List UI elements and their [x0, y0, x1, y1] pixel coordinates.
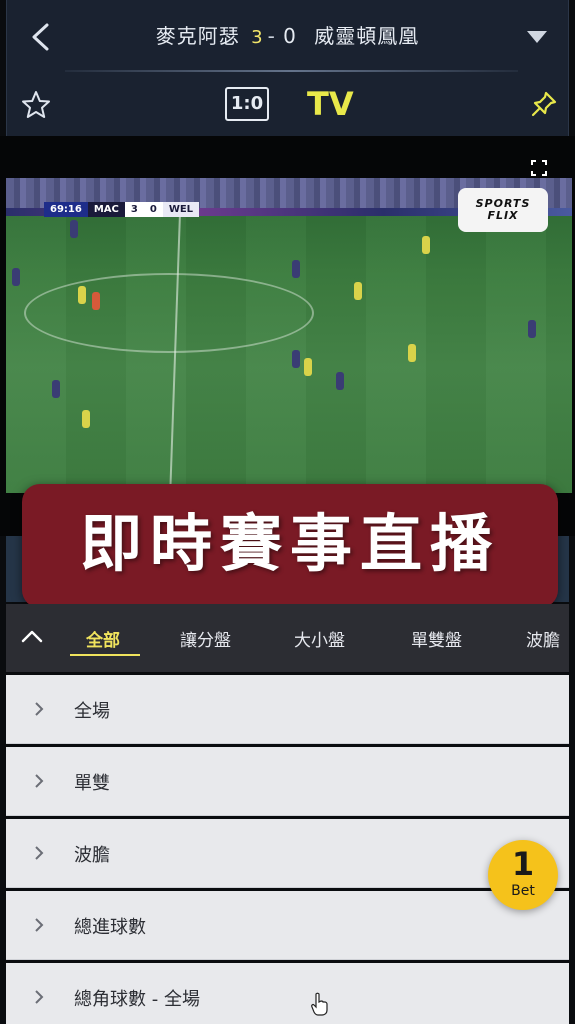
- match-header-top: 麥克阿瑟 3- 0 威靈頓鳳凰: [7, 0, 568, 70]
- sportsflix-logo: SPORTS FLIX: [458, 188, 548, 232]
- bet-slip-count: 1: [511, 845, 535, 883]
- chevron-right-icon: [35, 918, 44, 932]
- chevron-right-icon: [35, 774, 44, 788]
- market-row[interactable]: 總角球數 - 全場: [6, 963, 569, 1024]
- market-label: 總角球數 - 全場: [74, 989, 200, 1010]
- market-label: 單雙: [74, 773, 110, 794]
- favorite-star-icon[interactable]: [21, 90, 51, 120]
- broadcast-scorebug: 69:16 MAC 3 0 WEL: [44, 202, 200, 217]
- match-header: 麥克阿瑟 3- 0 威靈頓鳳凰 1:0 TV: [6, 0, 569, 136]
- away-team-name: 威靈頓鳳凰: [314, 24, 420, 48]
- tab-all[interactable]: 全部: [86, 626, 120, 651]
- market-row[interactable]: 單雙: [6, 747, 569, 816]
- player: [52, 380, 60, 398]
- bet-slip-button[interactable]: 1 Bet: [488, 840, 558, 910]
- market-row[interactable]: 波膽: [6, 819, 569, 888]
- score-separator: -: [267, 24, 276, 48]
- chevron-right-icon: [35, 702, 44, 716]
- tab-odd-even[interactable]: 單雙盤: [411, 626, 462, 651]
- player: [92, 292, 100, 310]
- live-video-player[interactable]: 69:16 MAC 3 0 WEL SPORTS FLIX: [0, 136, 575, 536]
- match-dropdown-icon[interactable]: [526, 30, 548, 44]
- player: [354, 282, 362, 300]
- player: [78, 286, 86, 304]
- player: [70, 220, 78, 238]
- scorebug-home-score: 3: [124, 202, 144, 217]
- away-score: 0: [283, 24, 297, 48]
- player: [422, 236, 430, 254]
- pitch-grass: [6, 216, 572, 493]
- tab-handicap[interactable]: 讓分盤: [180, 626, 231, 651]
- home-team-name: 麥克阿瑟: [155, 24, 240, 48]
- market-label: 波膽: [74, 845, 110, 866]
- chevron-right-icon: [35, 990, 44, 1004]
- chevron-right-icon: [35, 846, 44, 860]
- scoreboard-view-button[interactable]: 1:0: [225, 87, 269, 121]
- hand-cursor-icon: [311, 992, 328, 1016]
- scorebug-clock: 69:16: [44, 202, 88, 217]
- centre-circle: [24, 273, 314, 353]
- tv-view-button[interactable]: TV: [307, 84, 354, 124]
- player: [408, 344, 416, 362]
- promo-text: 即時賽事直播: [79, 507, 500, 580]
- player: [12, 268, 20, 286]
- logo-line-2: FLIX: [487, 209, 519, 222]
- header-divider: [65, 70, 518, 72]
- player: [336, 372, 344, 390]
- player: [528, 320, 536, 338]
- tab-over-under[interactable]: 大小盤: [294, 626, 345, 651]
- market-list: 全場 單雙 波膽 總進球數 總角球數 - 全場: [6, 675, 569, 1024]
- video-frame: 69:16 MAC 3 0 WEL SPORTS FLIX: [6, 178, 572, 493]
- market-row[interactable]: 全場: [6, 675, 569, 744]
- market-label: 全場: [74, 701, 110, 722]
- scorebug-away: WEL: [162, 202, 200, 217]
- player: [292, 350, 300, 368]
- market-label: 總進球數: [74, 917, 146, 938]
- pin-icon[interactable]: [530, 90, 558, 118]
- scorebug-home: MAC: [87, 202, 125, 217]
- player: [304, 358, 312, 376]
- player: [292, 260, 300, 278]
- market-row[interactable]: 總進球數: [6, 891, 569, 960]
- home-score: 3: [251, 27, 264, 48]
- app-screen: 麥克阿瑟 3- 0 威靈頓鳳凰 1:0 TV 69:16 MAC 3 0 WEL…: [0, 0, 575, 1024]
- player: [82, 410, 90, 428]
- collapse-chevron-up-icon[interactable]: [20, 628, 44, 644]
- match-title: 麥克阿瑟 3- 0 威靈頓鳳凰: [7, 20, 568, 49]
- live-stream-promo-banner: 即時賽事直播: [22, 484, 558, 608]
- scorebug-away-score: 0: [143, 202, 163, 217]
- tab-correct-score[interactable]: 波膽: [526, 626, 560, 651]
- fullscreen-icon[interactable]: [531, 160, 547, 176]
- active-tab-underline: [70, 654, 140, 656]
- bet-slip-label: Bet: [511, 883, 535, 899]
- market-tabs: 全部 讓分盤 大小盤 單雙盤 波膽: [6, 604, 569, 672]
